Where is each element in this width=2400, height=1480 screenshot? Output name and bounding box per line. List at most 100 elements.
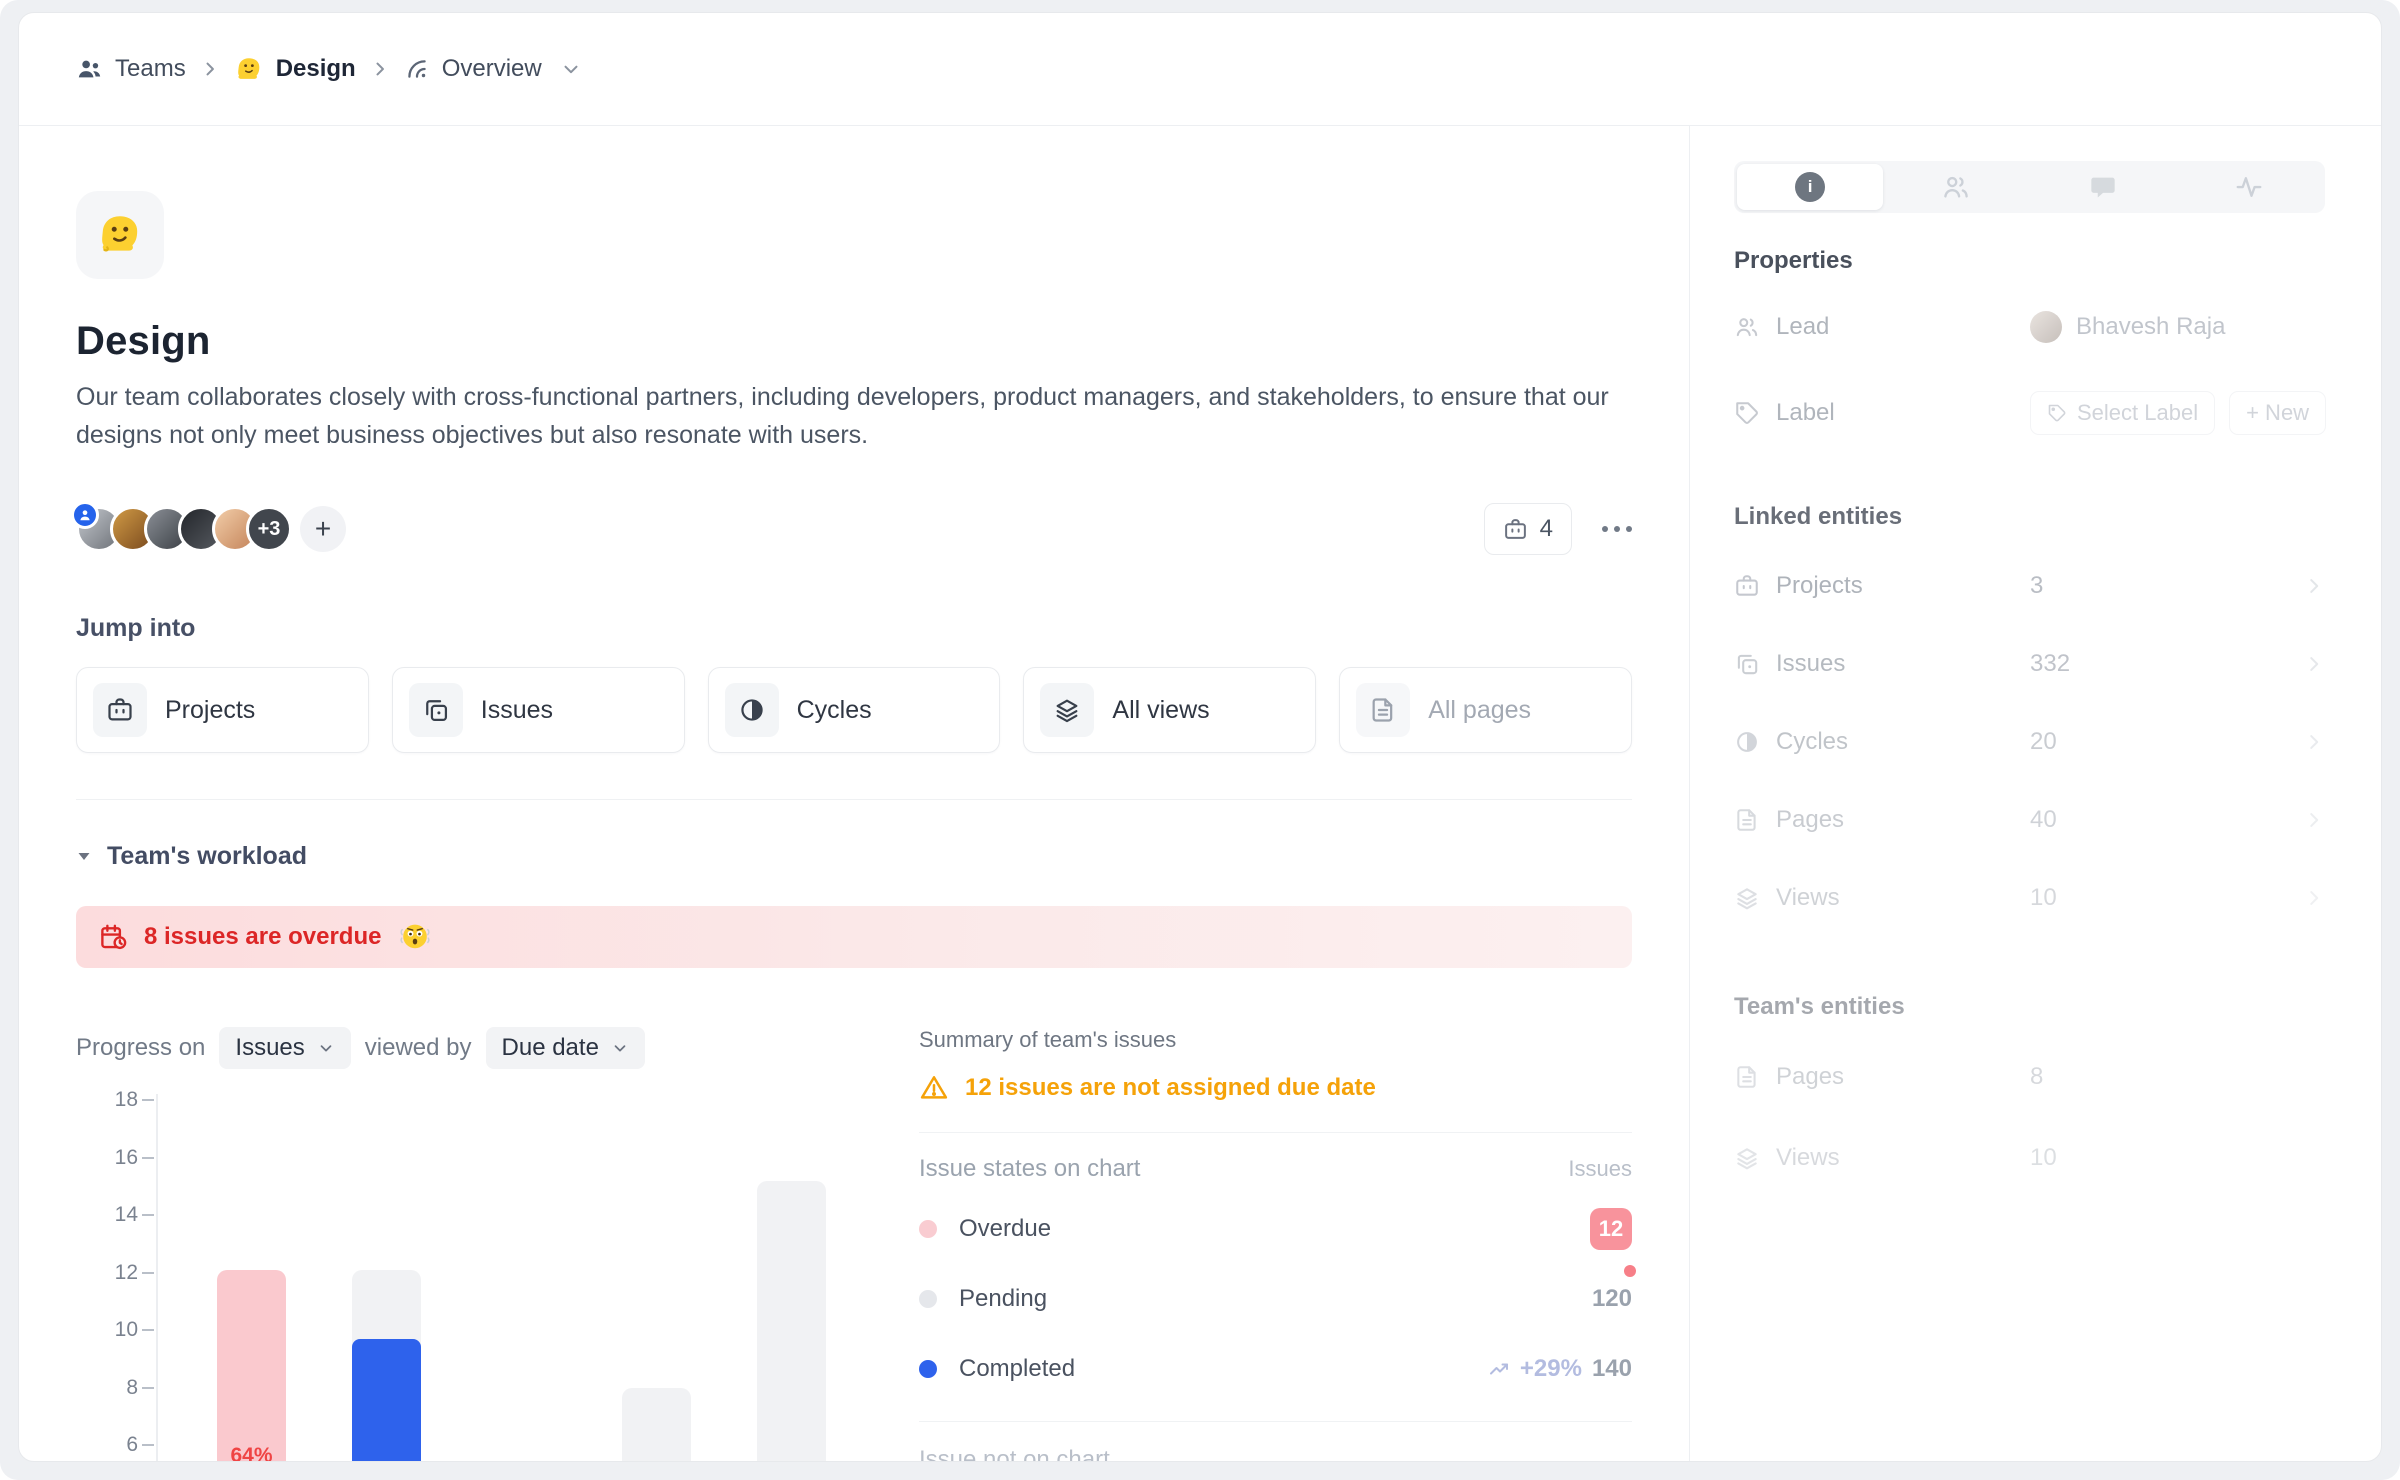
overdue-count-badge: 12	[1590, 1208, 1632, 1250]
team-details-sidebar: i	[1689, 126, 2381, 1461]
layers-icon	[1040, 683, 1094, 737]
workload-bar-pending[interactable]	[757, 1181, 826, 1463]
sidebar-tabs: i	[1734, 161, 2325, 213]
teams-people-icon	[76, 56, 103, 83]
linked-projects-count: 4	[1540, 515, 1553, 543]
avatar-overflow-count[interactable]: +3	[246, 506, 292, 552]
lead-property-row[interactable]: Lead Bhavesh Raja	[1734, 303, 2325, 351]
card-label: Issues	[481, 696, 553, 725]
chevron-down-icon[interactable]	[560, 58, 582, 80]
card-label: All pages	[1428, 696, 1531, 725]
layers-icon	[1734, 885, 1760, 911]
page-title: Design	[76, 319, 1632, 364]
completed-count: 140	[1592, 1355, 1632, 1383]
y-tick-label: 18	[76, 1087, 138, 1113]
linked-row-issues[interactable]: Issues 332	[1734, 641, 2325, 687]
card-projects[interactable]: Projects	[76, 667, 369, 753]
melting-face-emoji	[234, 54, 264, 84]
workload-bar-overdue[interactable]	[217, 1270, 286, 1462]
chevron-right-icon	[200, 59, 220, 79]
y-axis-line	[156, 1094, 158, 1462]
y-tick-mark	[142, 1387, 154, 1389]
card-label: All views	[1112, 696, 1209, 725]
app-window: Teams Design Ove	[18, 12, 2382, 1462]
view-mode-select[interactable]: Due date	[486, 1027, 645, 1069]
card-cycles[interactable]: Cycles	[708, 667, 1001, 753]
legend-row-completed[interactable]: Completed +29% 140	[919, 1345, 1632, 1393]
overdue-dot	[919, 1220, 937, 1238]
chevron-right-icon	[2303, 809, 2325, 831]
summary-title: Summary of team's issues	[919, 1026, 1632, 1054]
y-tick-label: 14	[76, 1202, 138, 1228]
tab-comments[interactable]	[2030, 164, 2176, 210]
screen: Teams Design Ove	[0, 0, 2400, 1480]
linked-row-pages[interactable]: Pages 40	[1734, 797, 2325, 843]
pending-dot	[919, 1290, 937, 1308]
briefcase-icon	[1503, 517, 1528, 542]
lead-users-icon	[1734, 314, 1760, 340]
overdue-alert-banner: 8 issues are overdue	[76, 906, 1632, 968]
pending-count: 120	[1592, 1285, 1632, 1313]
shaking-face-emoji	[397, 919, 433, 955]
progress-entity-select[interactable]: Issues	[219, 1027, 350, 1069]
workload-bar-pending[interactable]	[622, 1388, 691, 1463]
members-icon	[1941, 172, 1971, 202]
divider	[76, 799, 1632, 800]
linked-row-projects[interactable]: Projects 3	[1734, 563, 2325, 609]
warning-triangle-icon	[919, 1073, 949, 1103]
layers-icon	[1734, 1145, 1760, 1171]
workload-bar-completed[interactable]	[352, 1339, 421, 1462]
chevron-right-icon	[2303, 575, 2325, 597]
linked-projects-button[interactable]: 4	[1484, 503, 1572, 555]
tab-activity[interactable]	[2176, 164, 2322, 210]
no-due-date-warning: 12 issues are not assigned due date	[919, 1068, 1632, 1108]
work-items-icon	[1734, 651, 1760, 677]
breadcrumb-team-label: Design	[276, 55, 356, 83]
legend-row-pending[interactable]: Pending 120	[919, 1275, 1632, 1323]
contrast-cycle-icon	[1734, 729, 1760, 755]
chevron-right-icon	[2303, 653, 2325, 675]
member-avatars[interactable]: +3	[76, 506, 292, 552]
jump-into-cards: Projects Issues Cycles	[76, 667, 1632, 753]
y-tick-mark	[142, 1099, 154, 1101]
team-overview-main: Design Our team collaborates closely wit…	[19, 126, 1689, 1461]
on-chart-col-label: Issue states on chart	[919, 1155, 1140, 1183]
new-label-button[interactable]: + New	[2229, 391, 2326, 435]
calendar-overdue-icon	[98, 922, 128, 952]
activity-pulse-icon	[2234, 172, 2264, 202]
chevron-right-icon	[370, 59, 390, 79]
add-member-button[interactable]: +	[300, 506, 346, 552]
no-due-date-warning-text: 12 issues are not assigned due date	[965, 1074, 1376, 1102]
melting-face-emoji	[95, 210, 145, 260]
tab-members[interactable]	[1883, 164, 2029, 210]
progress-on-label: Progress on	[76, 1034, 205, 1062]
work-items-icon	[409, 683, 463, 737]
chevron-right-icon	[2303, 731, 2325, 753]
breadcrumb-overview[interactable]: Overview	[404, 55, 542, 83]
breadcrumb-teams[interactable]: Teams	[76, 55, 186, 83]
y-tick-mark	[142, 1444, 154, 1446]
team-description: Our team collaborates closely with cross…	[76, 378, 1621, 454]
entities-row-views[interactable]: Views 10	[1734, 1135, 2325, 1181]
legend-row-overdue[interactable]: Overdue 12	[919, 1205, 1632, 1253]
card-all-views[interactable]: All views	[1023, 667, 1316, 753]
team-emoji-tile[interactable]	[76, 191, 164, 279]
lead-name: Bhavesh Raja	[2076, 313, 2225, 341]
tab-properties[interactable]: i	[1737, 164, 1883, 210]
breadcrumb-team[interactable]: Design	[234, 54, 356, 84]
entities-row-pages[interactable]: Pages 8	[1734, 1054, 2325, 1100]
y-tick-label: 12	[76, 1260, 138, 1286]
bar-percent-label: 64%	[217, 1444, 286, 1462]
y-tick-mark	[142, 1272, 154, 1274]
linked-row-cycles[interactable]: Cycles 20	[1734, 719, 2325, 765]
card-all-pages[interactable]: All pages	[1339, 667, 1632, 753]
card-issues[interactable]: Issues	[392, 667, 685, 753]
summary-table-header: Issue states on chart Issues	[919, 1155, 1632, 1183]
y-tick-mark	[142, 1329, 154, 1331]
breadcrumb-teams-label: Teams	[115, 55, 186, 83]
workload-section-toggle[interactable]: Team's workload	[76, 836, 1632, 876]
more-options-button[interactable]	[1602, 526, 1632, 532]
linked-row-views[interactable]: Views 10	[1734, 875, 2325, 921]
select-label-button[interactable]: Select Label	[2030, 391, 2215, 435]
y-tick-label: 16	[76, 1145, 138, 1171]
